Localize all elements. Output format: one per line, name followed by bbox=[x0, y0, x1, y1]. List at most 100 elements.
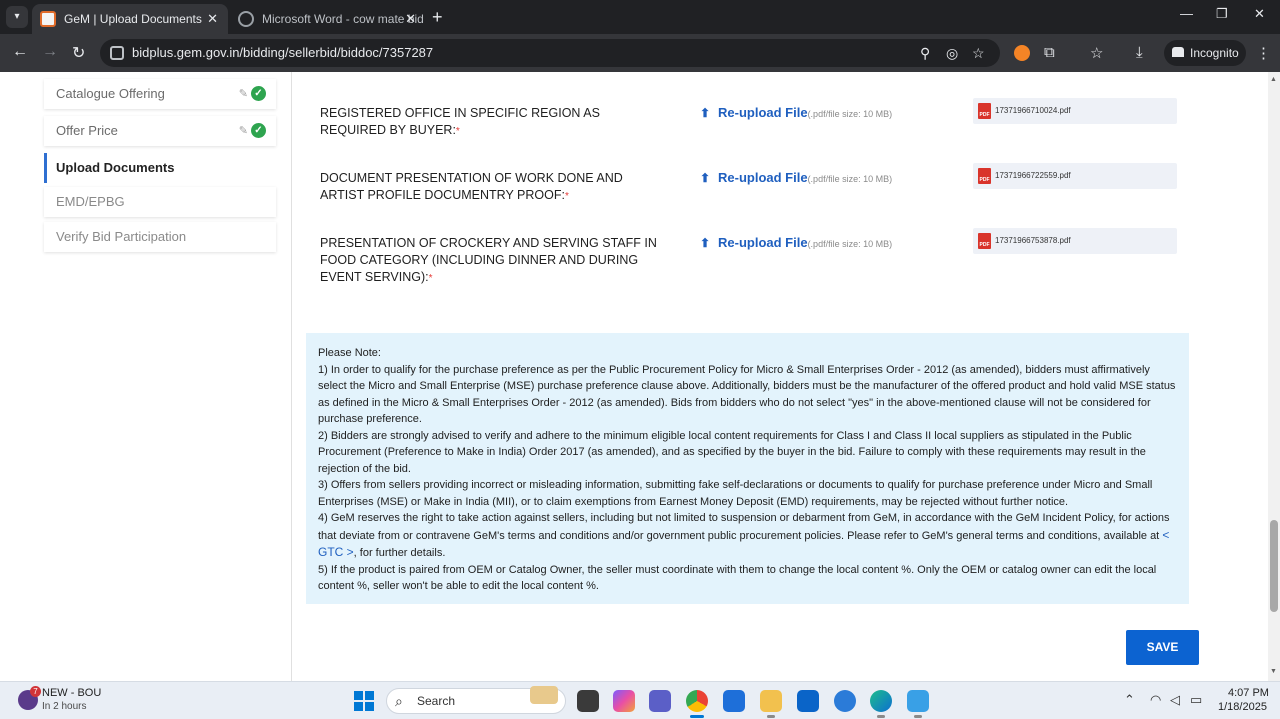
edge-running-indicator bbox=[877, 715, 885, 718]
windows-taskbar: 7 NEW - BOU In 2 hours ⌕ Search ⌃ ◠ ◁ ▭ … bbox=[0, 681, 1280, 719]
chrome-icon[interactable] bbox=[686, 690, 708, 712]
battery-icon[interactable]: ▭ bbox=[1190, 692, 1202, 708]
outlook-icon[interactable] bbox=[797, 690, 819, 712]
incognito-label: Incognito bbox=[1190, 46, 1239, 60]
tab-close-icon[interactable]: ✕ bbox=[405, 4, 416, 34]
clock-time[interactable]: 4:07 PM bbox=[1228, 687, 1269, 699]
scroll-up-arrow-icon[interactable]: ▲ bbox=[1270, 76, 1277, 83]
page-scrollbar[interactable]: ▲ ▼ bbox=[1268, 72, 1280, 681]
app-icon[interactable] bbox=[907, 690, 929, 712]
scrollbar-thumb[interactable] bbox=[1270, 520, 1278, 612]
zoom-icon[interactable]: ⚲ bbox=[920, 39, 930, 67]
tab-close-icon[interactable]: ✕ bbox=[207, 4, 218, 34]
sidebar-item-upload-documents[interactable]: Upload Documents bbox=[44, 153, 276, 183]
browser-tabstrip: ▾ GeM | Upload Documents ✕ Microsoft Wor… bbox=[0, 0, 1280, 34]
sidebar-item-label: Catalogue Offering bbox=[56, 86, 165, 101]
widgets-subtitle: In 2 hours bbox=[42, 701, 87, 712]
edge-icon[interactable] bbox=[870, 690, 892, 712]
file-name: 17371966710024.pdf bbox=[995, 106, 1071, 115]
app-running-indicator bbox=[914, 715, 922, 718]
sidebar-item-emd-epbg[interactable]: EMD/EPBG bbox=[44, 187, 276, 217]
file-explorer-icon[interactable] bbox=[760, 690, 782, 712]
new-tab-button[interactable]: + bbox=[432, 6, 443, 28]
note-item-4: 4) GeM reserves the right to take action… bbox=[318, 512, 1170, 559]
pdf-file-icon: PDF bbox=[978, 168, 991, 184]
upload-hint: (.pdf/file size: 10 MB) bbox=[807, 109, 893, 119]
uploaded-file-chip[interactable]: PDF 17371966710024.pdf bbox=[973, 98, 1177, 124]
address-bar[interactable]: bidplus.gem.gov.in/bidding/sellerbid/bid… bbox=[100, 39, 1000, 67]
forward-arrow-icon[interactable]: → bbox=[42, 43, 58, 61]
pencil-icon[interactable]: ✎ bbox=[239, 79, 248, 109]
note-item-2: 2) Bidders are strongly advised to verif… bbox=[318, 429, 1146, 475]
copilot-icon[interactable] bbox=[613, 690, 635, 712]
note-item-3: 3) Offers from sellers providing incorre… bbox=[318, 479, 1153, 508]
file-name: 17371966722559.pdf bbox=[995, 171, 1071, 180]
reload-icon[interactable]: ↻ bbox=[72, 43, 85, 63]
uploaded-file-chip[interactable]: PDF 17371966722559.pdf bbox=[973, 163, 1177, 189]
pencil-icon[interactable]: ✎ bbox=[239, 116, 248, 146]
chrome-active-indicator bbox=[690, 715, 704, 718]
sidebar-item-catalogue-offering[interactable]: Catalogue Offering ✎ ✓ bbox=[44, 79, 276, 109]
windows-start-icon[interactable] bbox=[354, 691, 374, 711]
tab-title: GeM | Upload Documents bbox=[64, 12, 202, 26]
uploaded-file-chip[interactable]: PDF 17371966753878.pdf bbox=[973, 228, 1177, 254]
reupload-file-button[interactable]: ⬆ Re-upload File(.pdf/file size: 10 MB) bbox=[700, 170, 892, 185]
explorer-running-indicator bbox=[767, 715, 775, 718]
extension-icon[interactable] bbox=[1014, 45, 1030, 61]
upload-hint: (.pdf/file size: 10 MB) bbox=[807, 174, 893, 184]
save-button[interactable]: SAVE bbox=[1126, 630, 1199, 665]
incognito-badge[interactable]: Incognito bbox=[1164, 40, 1246, 66]
tab-search-button[interactable]: ▾ bbox=[6, 6, 28, 28]
required-mark: * bbox=[564, 191, 569, 202]
search-icon: ⌕ bbox=[395, 693, 403, 709]
document-label: REGISTERED OFFICE IN SPECIFIC REGION AS … bbox=[320, 106, 600, 137]
required-mark: * bbox=[455, 126, 460, 137]
sidebar-item-offer-price[interactable]: Offer Price ✎ ✓ bbox=[44, 116, 276, 146]
tracking-protection-icon[interactable]: ◎ bbox=[946, 39, 958, 67]
window-close-icon[interactable]: ✕ bbox=[1254, 6, 1265, 22]
tab-gem-upload-documents[interactable]: GeM | Upload Documents ✕ bbox=[32, 4, 228, 34]
note-heading: Please Note: bbox=[318, 347, 381, 359]
upload-icon: ⬆ bbox=[700, 236, 711, 250]
minimize-icon[interactable]: — bbox=[1180, 6, 1193, 21]
site-info-icon[interactable] bbox=[110, 46, 124, 60]
bookmarks-icon[interactable]: ☆ bbox=[1090, 44, 1103, 62]
incognito-icon bbox=[1172, 47, 1184, 57]
url-text: bidplus.gem.gov.in/bidding/sellerbid/bid… bbox=[132, 45, 434, 60]
sidebar-item-label: EMD/EPBG bbox=[56, 194, 125, 209]
sidebar-divider bbox=[291, 72, 292, 681]
clock-date[interactable]: 1/18/2025 bbox=[1218, 701, 1267, 713]
scroll-down-arrow-icon[interactable]: ▼ bbox=[1270, 668, 1277, 675]
search-highlight-icon bbox=[530, 686, 558, 704]
store-icon[interactable] bbox=[723, 690, 745, 712]
extensions-puzzle-icon[interactable]: ⧉ bbox=[1044, 44, 1055, 61]
tab-title: Microsoft Word - cow mate bid bbox=[262, 12, 424, 26]
maximize-icon[interactable]: ❐ bbox=[1216, 6, 1228, 22]
sidebar-item-label: Offer Price bbox=[56, 123, 118, 138]
widgets-title[interactable]: NEW - BOU bbox=[42, 687, 101, 699]
required-mark: * bbox=[428, 273, 433, 284]
menu-dots-icon[interactable]: ⋮ bbox=[1256, 44, 1271, 62]
sidebar-item-verify-bid-participation[interactable]: Verify Bid Participation bbox=[44, 222, 276, 252]
teams-icon[interactable] bbox=[649, 690, 671, 712]
note-item-1: 1) In order to qualify for the purchase … bbox=[318, 363, 1176, 426]
reupload-file-button[interactable]: ⬆ Re-upload File(.pdf/file size: 10 MB) bbox=[700, 105, 892, 120]
back-arrow-icon[interactable]: ← bbox=[12, 43, 28, 61]
reupload-file-button[interactable]: ⬆ Re-upload File(.pdf/file size: 10 MB) bbox=[700, 235, 892, 250]
check-circle-icon: ✓ bbox=[251, 86, 266, 101]
upload-hint: (.pdf/file size: 10 MB) bbox=[807, 239, 893, 249]
tab-word-document[interactable]: Microsoft Word - cow mate bid ✕ bbox=[230, 4, 426, 34]
quick-assist-icon[interactable] bbox=[834, 690, 856, 712]
note-item-5: 5) If the product is paired from OEM or … bbox=[318, 563, 1157, 593]
pdf-file-icon: PDF bbox=[978, 233, 991, 249]
please-note-box: Please Note: 1) In order to qualify for … bbox=[306, 333, 1189, 604]
wifi-icon[interactable]: ◠ bbox=[1150, 692, 1161, 708]
speaker-icon[interactable]: ◁ bbox=[1170, 692, 1180, 708]
task-view-icon[interactable] bbox=[577, 690, 599, 712]
tray-chevron-up-icon[interactable]: ⌃ bbox=[1124, 692, 1135, 708]
pdf-file-icon: PDF bbox=[978, 103, 991, 119]
download-icon[interactable]: ⤓ bbox=[1136, 44, 1143, 61]
widgets-badge: 7 bbox=[30, 686, 41, 697]
bookmark-star-icon[interactable]: ☆ bbox=[972, 39, 985, 67]
document-label: DOCUMENT PRESENTATION OF WORK DONE AND A… bbox=[320, 171, 623, 202]
